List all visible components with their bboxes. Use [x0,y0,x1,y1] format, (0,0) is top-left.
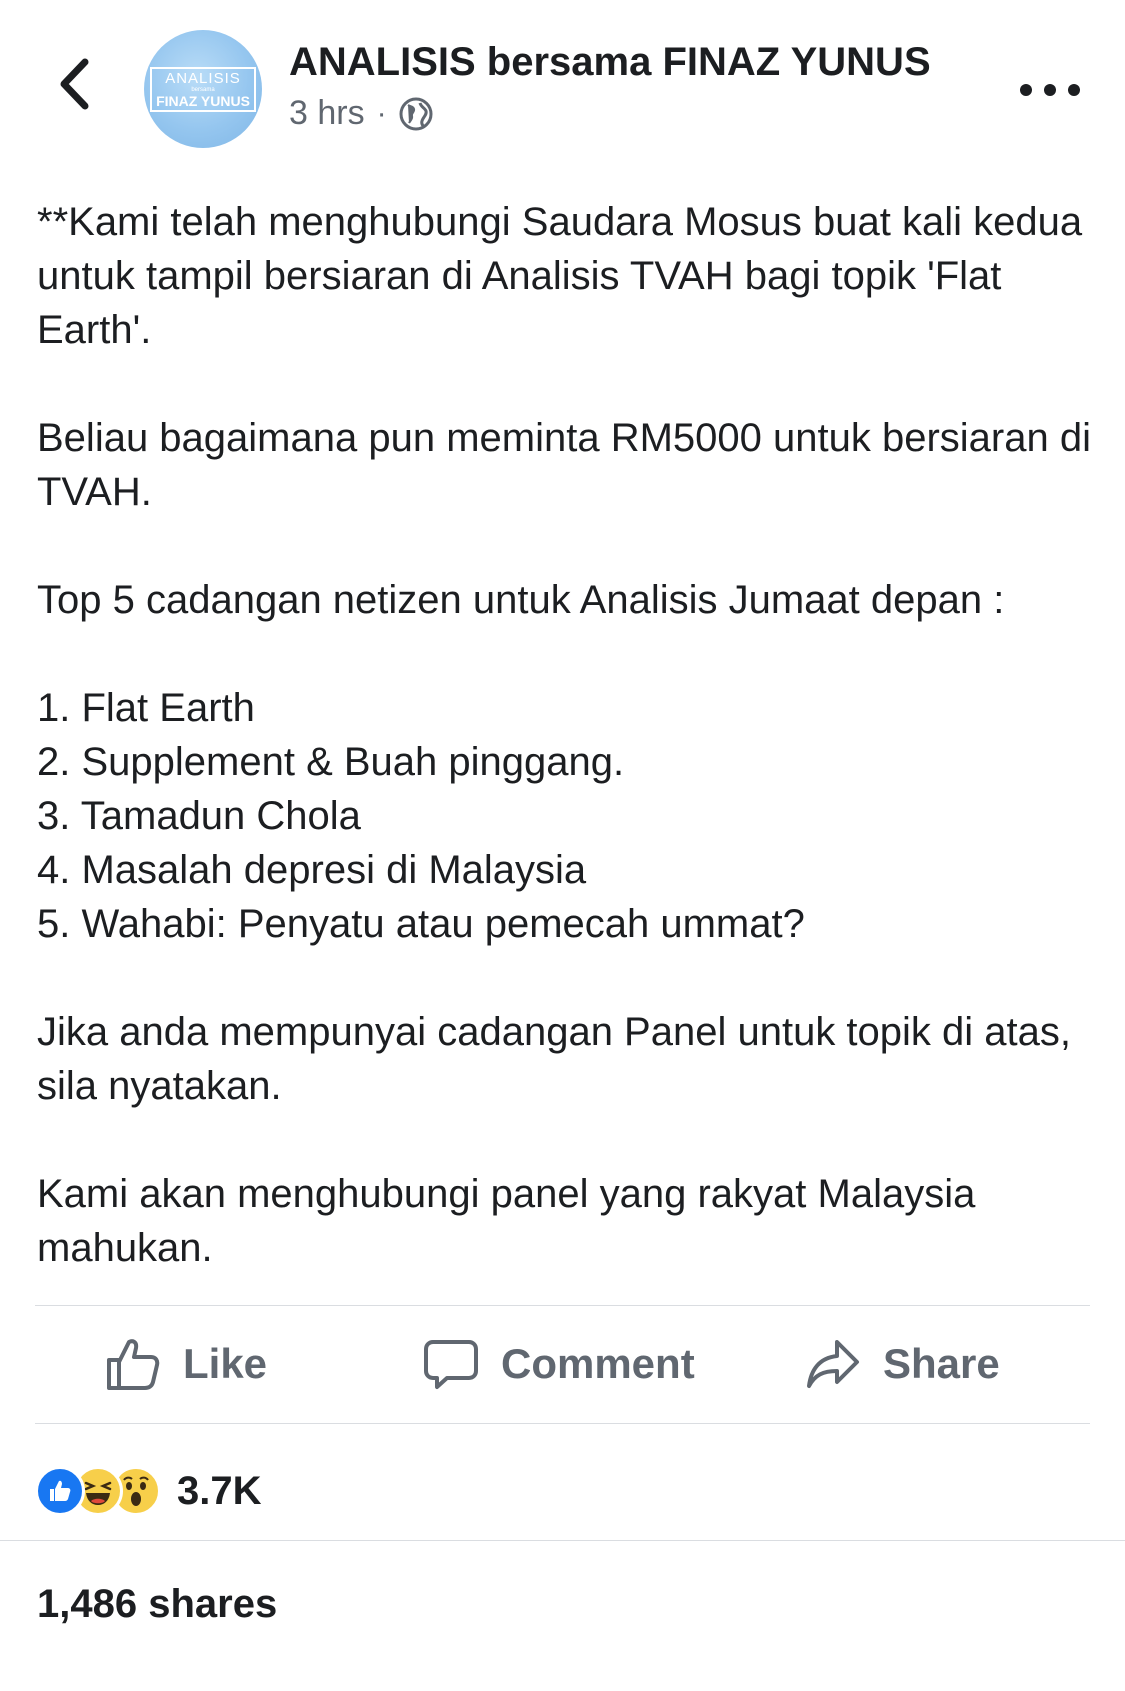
more-dot-icon [1068,84,1080,96]
avatar-logo-line2: bersama [191,86,215,93]
list-item: 5. Wahabi: Penyatu atau pemecah ummat? [37,902,805,946]
post-paragraph: **Kami telah menghubungi Saudara Mosus b… [37,200,1083,352]
post-paragraph: Kami akan menghubungi panel yang rakyat … [37,1172,976,1270]
list-item: 1. Flat Earth [37,686,255,730]
chevron-left-icon [60,58,89,110]
comment-icon [424,1340,478,1389]
meta-separator: · [376,96,387,130]
post-paragraph: Top 5 cadangan netizen untuk Analisis Ju… [37,578,1005,622]
list-item: 2. Supplement & Buah pinggang. [37,740,625,784]
more-options-button[interactable] [1020,70,1080,110]
more-dot-icon [1020,84,1032,96]
post-time[interactable]: 3 hrs [289,94,365,133]
like-button[interactable]: Like [105,1305,267,1423]
back-button[interactable] [48,52,100,116]
list-item: 3. Tamadun Chola [37,794,361,838]
post-body: **Kami telah menghubungi Saudara Mosus b… [37,195,1097,1329]
list-item: 4. Masalah depresi di Malaysia [37,848,587,892]
divider [0,1540,1125,1541]
thumbs-up-icon [107,1339,160,1390]
like-label: Like [183,1340,268,1387]
shares-count[interactable]: 1,486 shares [37,1582,277,1627]
comment-label: Comment [501,1340,695,1387]
comment-button[interactable]: Comment [423,1305,695,1423]
share-button[interactable]: Share [805,1305,1000,1423]
share-label: Share [883,1340,1000,1387]
topic-list: 1. Flat Earth 2. Supplement & Buah pingg… [37,681,1097,951]
reaction-count: 3.7K [177,1468,262,1513]
avatar-logo: ANALISIS bersama FINAZ YUNUS [150,66,256,112]
page-avatar[interactable]: ANALISIS bersama FINAZ YUNUS [144,30,262,148]
post-paragraph: Beliau bagaimana pun meminta RM5000 untu… [37,416,1091,514]
avatar-logo-line1: ANALISIS [165,69,241,87]
post-meta: 3 hrs · [289,94,433,133]
page-name[interactable]: ANALISIS bersama FINAZ YUNUS [289,40,931,85]
reactions-summary[interactable]: 3.7K [35,1463,262,1519]
action-bar: Like Comment Share [35,1305,1090,1423]
post-header: ANALISIS bersama FINAZ YUNUS ANALISIS be… [0,0,1125,160]
globe-icon [399,97,433,130]
avatar-logo-line3: FINAZ YUNUS [156,92,250,109]
like-reaction-icon [35,1466,85,1516]
more-dot-icon [1044,84,1056,96]
share-icon [807,1340,859,1388]
post-paragraph: Jika anda mempunyai cadangan Panel untuk… [37,1010,1072,1108]
divider [35,1423,1090,1424]
